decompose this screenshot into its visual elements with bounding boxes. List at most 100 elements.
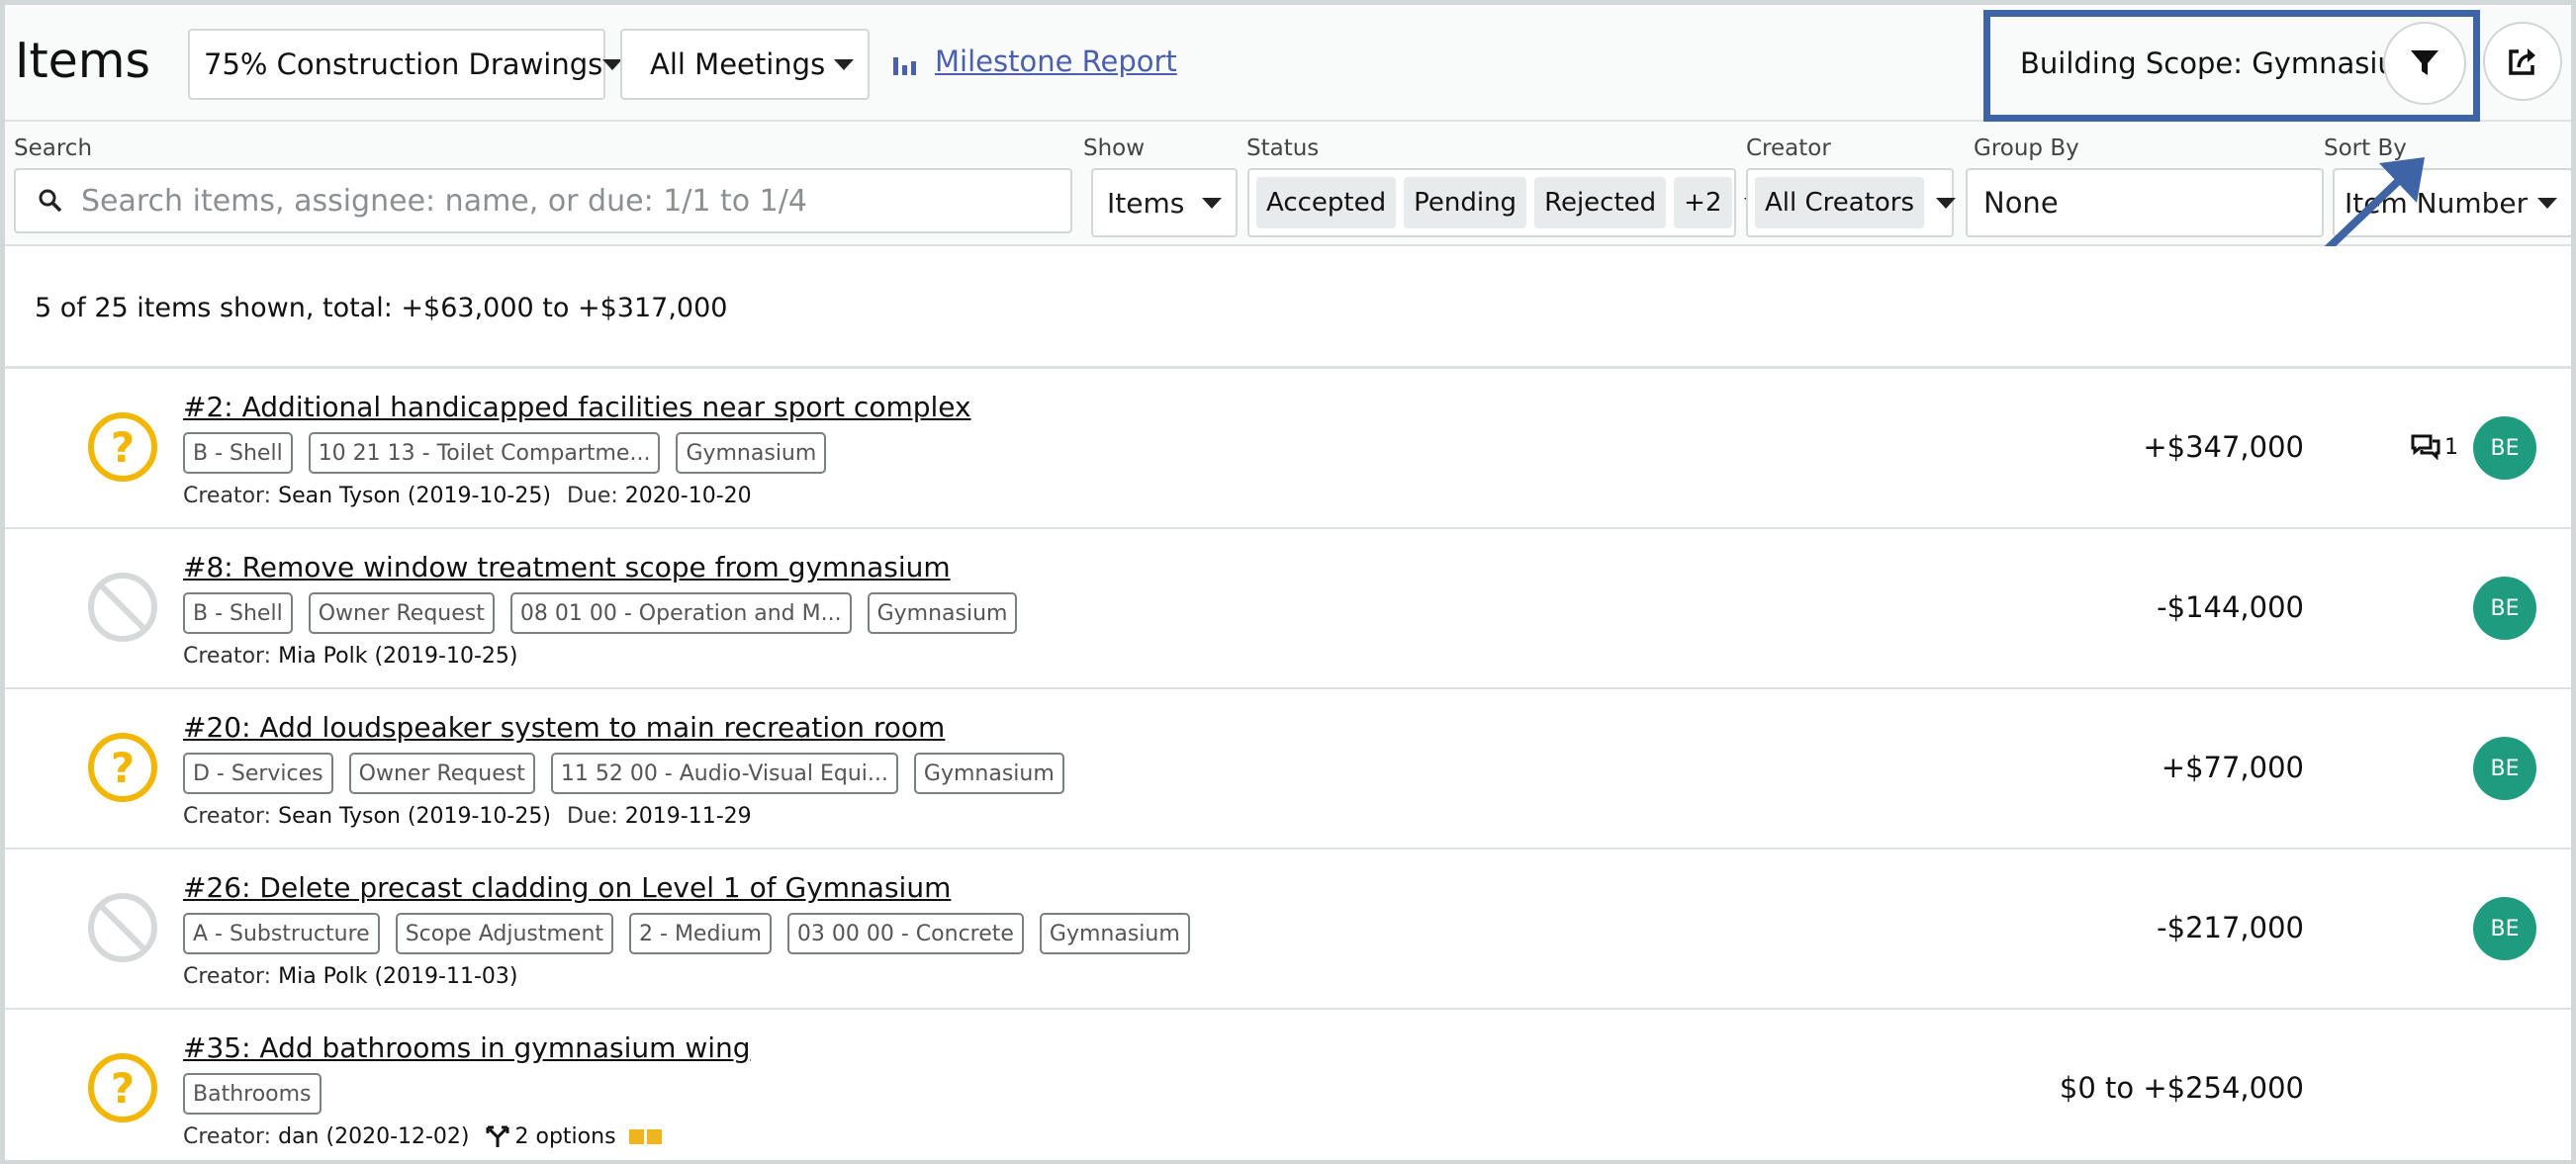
creator-key: Creator:	[183, 484, 272, 508]
svg-text:?: ?	[111, 1064, 135, 1113]
item-tag: 2 - Medium	[629, 913, 772, 954]
comment-count[interactable]: 1	[2411, 434, 2458, 460]
group-by-label: Group By	[1974, 135, 2079, 161]
milestone-select-value: 75% Construction Drawings	[204, 47, 603, 81]
group-by-value: None	[1983, 186, 2059, 220]
page-header: Items 75% Construction Drawings All Meet…	[5, 5, 2571, 122]
item-amount: -$144,000	[2157, 590, 2304, 624]
summary-bar: 5 of 25 items shown, total: +$63,000 to …	[5, 246, 2571, 369]
bar-chart-icon	[893, 57, 916, 75]
group-by-select[interactable]: None	[1966, 168, 2324, 237]
summary-text: 5 of 25 items shown, total: +$63,000 to …	[35, 293, 728, 323]
share-export-icon	[2509, 48, 2535, 75]
status-chip-more[interactable]: +2	[1674, 177, 1732, 228]
show-select-value: Items	[1107, 186, 1185, 220]
chevron-down-icon	[2537, 197, 2557, 209]
branch-options-icon	[486, 1125, 509, 1147]
export-button[interactable]	[2483, 22, 2562, 101]
show-select[interactable]: Items	[1091, 168, 1238, 237]
item-tag: D - Services	[183, 753, 333, 794]
question-circle-icon: ?	[88, 412, 157, 482]
item-tag: B - Shell	[183, 432, 293, 474]
avatar[interactable]: BE	[2473, 737, 2536, 800]
item-row[interactable]: #26: Delete precast cladding on Level 1 …	[5, 850, 2571, 1010]
item-meta: Creator: Mia Polk (2019-10-25)	[183, 644, 534, 669]
item-tag: Owner Request	[308, 592, 495, 634]
item-row[interactable]: ? #35: Add bathrooms in gymnasium wing B…	[5, 1010, 2571, 1160]
search-icon	[39, 189, 62, 213]
item-row[interactable]: #8: Remove window treatment scope from g…	[5, 529, 2571, 689]
creator-key: Creator:	[183, 644, 272, 669]
item-tag: Gymnasium	[867, 592, 1018, 634]
prohibited-circle-icon	[88, 573, 157, 642]
search-input[interactable]: Search items, assignee: name, or due: 1/…	[14, 168, 1072, 233]
page-title: Items	[15, 33, 151, 89]
item-title[interactable]: #35: Add bathrooms in gymnasium wing	[183, 1031, 751, 1064]
due-value: 2020-10-20	[624, 484, 752, 508]
creator-chip: All Creators	[1755, 177, 1925, 228]
avatar[interactable]: BE	[2473, 577, 2536, 640]
question-circle-icon: ?	[88, 1053, 157, 1122]
due-value: 2019-11-29	[624, 804, 752, 829]
item-tag: 11 52 00 - Audio-Visual Equi...	[550, 753, 898, 794]
show-label: Show	[1083, 135, 1146, 161]
options-count[interactable]: 2 options	[515, 1124, 616, 1149]
status-chip-rejected[interactable]: Rejected	[1534, 177, 1667, 228]
item-title[interactable]: #8: Remove window treatment scope from g…	[183, 551, 951, 583]
item-tags: B - Shell Owner Request 08 01 00 - Opera…	[183, 592, 1033, 634]
item-amount: +$347,000	[2143, 430, 2304, 464]
avatar[interactable]: BE	[2473, 416, 2536, 480]
creator-value: Sean Tyson (2019-10-25)	[278, 484, 551, 508]
item-title[interactable]: #2: Additional handicapped facilities ne…	[183, 391, 971, 423]
item-row[interactable]: ? #20: Add loudspeaker system to main re…	[5, 689, 2571, 850]
item-tags: Bathrooms	[183, 1073, 337, 1115]
item-tags: A - Substructure Scope Adjustment 2 - Me…	[183, 913, 1206, 954]
meetings-select-value: All Meetings	[650, 47, 826, 81]
question-circle-icon: ?	[88, 733, 157, 802]
due-key: Due:	[566, 804, 618, 829]
creator-value: dan (2020-12-02)	[278, 1124, 470, 1149]
item-row[interactable]: ? #2: Additional handicapped facilities …	[5, 369, 2571, 529]
item-meta: Creator: dan (2020-12-02) 2 options	[183, 1124, 662, 1149]
creator-value: Mia Polk (2019-11-03)	[278, 964, 518, 989]
creator-label: Creator	[1746, 135, 1831, 161]
chevron-down-icon	[1202, 197, 1222, 209]
item-tag: Gymnasium	[676, 432, 827, 474]
meetings-select[interactable]: All Meetings	[620, 29, 870, 100]
item-amount: -$217,000	[2157, 911, 2304, 944]
milestone-report-link[interactable]: Milestone Report	[935, 45, 1177, 78]
item-tag: Gymnasium	[1039, 913, 1190, 954]
app-window: Items 75% Construction Drawings All Meet…	[0, 0, 2576, 1164]
item-title[interactable]: #20: Add loudspeaker system to main recr…	[183, 711, 945, 744]
filter-bar: Search Search items, assignee: name, or …	[5, 122, 2573, 246]
item-tag: A - Substructure	[183, 913, 380, 954]
chevron-down-icon	[834, 58, 854, 70]
item-meta: Creator: Sean Tyson (2019-10-25) Due: 20…	[183, 484, 768, 508]
option-marker	[646, 1129, 662, 1144]
avatar[interactable]: BE	[2473, 897, 2536, 960]
status-chip-pending[interactable]: Pending	[1404, 177, 1527, 228]
status-label: Status	[1246, 135, 1320, 161]
option-marker	[628, 1129, 644, 1144]
prohibited-circle-icon	[88, 893, 157, 962]
item-tag: 03 00 00 - Concrete	[786, 913, 1024, 954]
item-tags: D - Services Owner Request 11 52 00 - Au…	[183, 753, 1080, 794]
creator-select[interactable]: All Creators	[1746, 168, 1957, 237]
chevron-down-icon	[1936, 197, 1957, 209]
creator-key: Creator:	[183, 1124, 272, 1149]
item-tag: Owner Request	[348, 753, 535, 794]
item-amount: +$77,000	[2161, 751, 2304, 784]
item-tag: Scope Adjustment	[395, 913, 614, 954]
item-amount: $0 to +$254,000	[2059, 1071, 2304, 1105]
item-title[interactable]: #26: Delete precast cladding on Level 1 …	[183, 871, 951, 904]
creator-key: Creator:	[183, 964, 272, 989]
search-label: Search	[14, 135, 93, 161]
creator-value: Sean Tyson (2019-10-25)	[278, 804, 551, 829]
item-meta: Creator: Sean Tyson (2019-10-25) Due: 20…	[183, 804, 768, 829]
status-select[interactable]: Accepted Pending Rejected +2	[1247, 168, 1764, 237]
comments-icon	[2411, 434, 2440, 460]
status-chip-accepted[interactable]: Accepted	[1256, 177, 1397, 228]
svg-text:?: ?	[111, 744, 135, 792]
due-key: Due:	[566, 484, 618, 508]
milestone-select[interactable]: 75% Construction Drawings	[188, 29, 623, 100]
